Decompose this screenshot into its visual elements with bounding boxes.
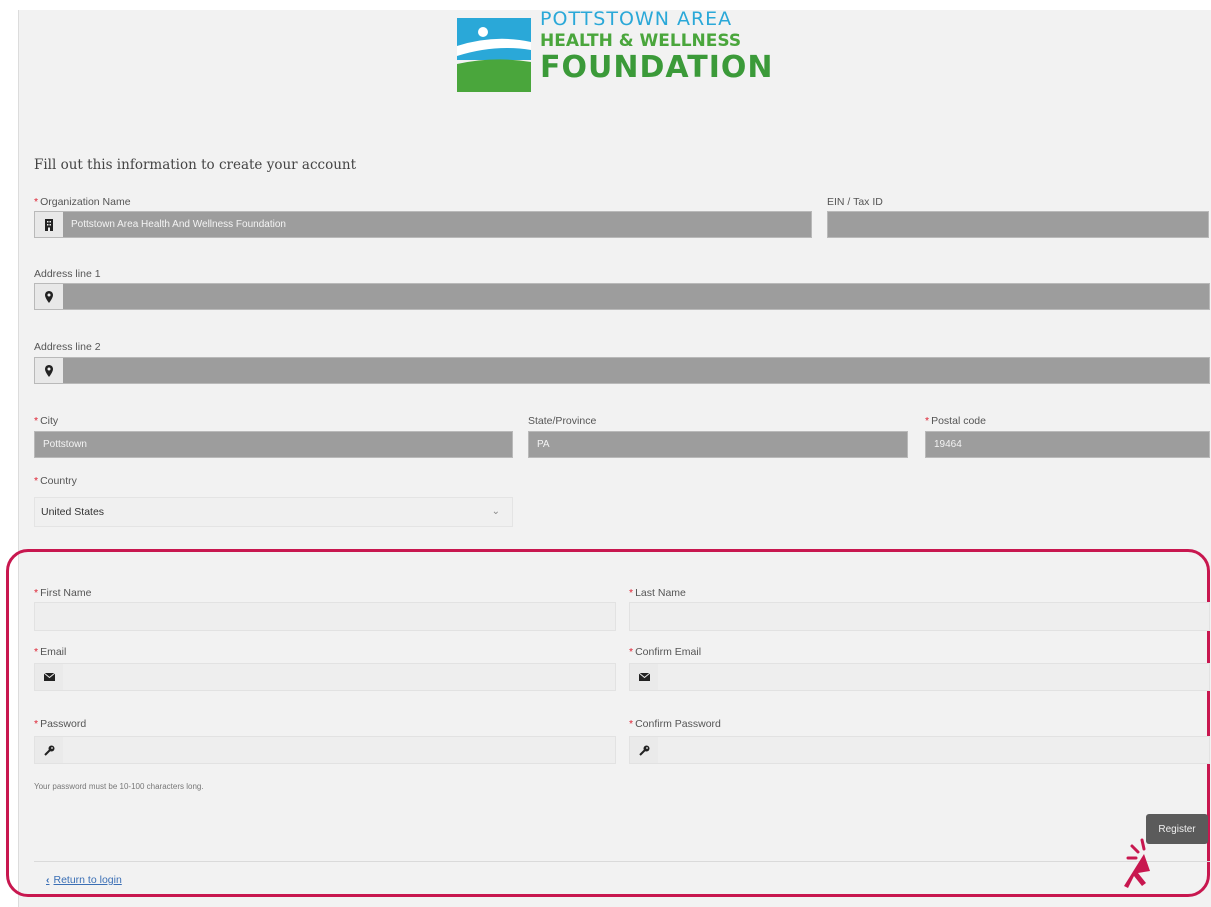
postal-field[interactable]: 19464 bbox=[925, 431, 1210, 458]
country-label: * Country bbox=[34, 475, 77, 487]
password-field[interactable] bbox=[34, 736, 616, 764]
address2-label: Address line 2 bbox=[34, 341, 101, 353]
chevron-down-icon: ⌄ bbox=[491, 506, 500, 517]
city-field[interactable]: Pottstown bbox=[34, 431, 513, 458]
city-label: * City bbox=[34, 415, 59, 427]
last-name-field[interactable] bbox=[629, 602, 1210, 631]
country-select[interactable]: United States ⌄ bbox=[34, 497, 513, 527]
confirm-email-field[interactable] bbox=[629, 663, 1210, 691]
cursor-click-icon bbox=[1124, 838, 1150, 888]
address1-label: Address line 1 bbox=[34, 268, 101, 280]
country-value: United States bbox=[41, 506, 105, 518]
org-name-label: * Organization Name bbox=[34, 196, 131, 208]
logo-line-2: HEALTH & WELLNESS bbox=[540, 31, 742, 51]
logo-line-1: POTTSTOWN AREA bbox=[540, 8, 733, 30]
return-to-login-label: Return to login bbox=[53, 874, 122, 886]
return-to-login-link[interactable]: ‹ Return to login bbox=[46, 874, 122, 886]
key-icon bbox=[35, 737, 63, 763]
email-field[interactable] bbox=[34, 663, 616, 691]
address2-field[interactable] bbox=[34, 357, 1210, 384]
logo-mark-icon bbox=[457, 18, 531, 92]
building-icon bbox=[35, 212, 63, 237]
last-name-label: * Last Name bbox=[629, 587, 686, 599]
state-label: State/Province bbox=[528, 415, 597, 427]
state-field[interactable]: PA bbox=[528, 431, 908, 458]
first-name-field[interactable] bbox=[34, 602, 616, 631]
postal-label: * Postal code bbox=[925, 415, 986, 427]
password-hint: Your password must be 10-100 characters … bbox=[34, 782, 204, 791]
map-pin-icon bbox=[35, 284, 63, 309]
logo-line-3: FOUNDATION bbox=[540, 50, 774, 85]
confirm-email-label: * Confirm Email bbox=[629, 646, 702, 658]
ein-label: EIN / Tax ID bbox=[827, 196, 883, 208]
key-icon bbox=[630, 737, 658, 763]
form-intro: Fill out this information to create your… bbox=[34, 157, 357, 173]
ein-field[interactable] bbox=[827, 211, 1209, 238]
envelope-icon bbox=[35, 664, 63, 690]
confirm-password-field[interactable] bbox=[629, 736, 1210, 764]
email-label: * Email bbox=[34, 646, 67, 658]
org-name-field[interactable]: Pottstown Area Health And Wellness Found… bbox=[34, 211, 812, 238]
password-label: * Password bbox=[34, 718, 87, 730]
chevron-left-icon: ‹ bbox=[46, 874, 50, 886]
address1-field[interactable] bbox=[34, 283, 1210, 310]
envelope-icon bbox=[630, 664, 658, 690]
confirm-password-label: * Confirm Password bbox=[629, 718, 721, 730]
map-pin-icon bbox=[35, 358, 63, 383]
footer-divider bbox=[34, 861, 1210, 862]
foundation-logo: POTTSTOWN AREA HEALTH & WELLNESS FOUNDAT… bbox=[455, 10, 785, 105]
first-name-label: * First Name bbox=[34, 587, 92, 599]
org-name-value: Pottstown Area Health And Wellness Found… bbox=[71, 219, 286, 230]
